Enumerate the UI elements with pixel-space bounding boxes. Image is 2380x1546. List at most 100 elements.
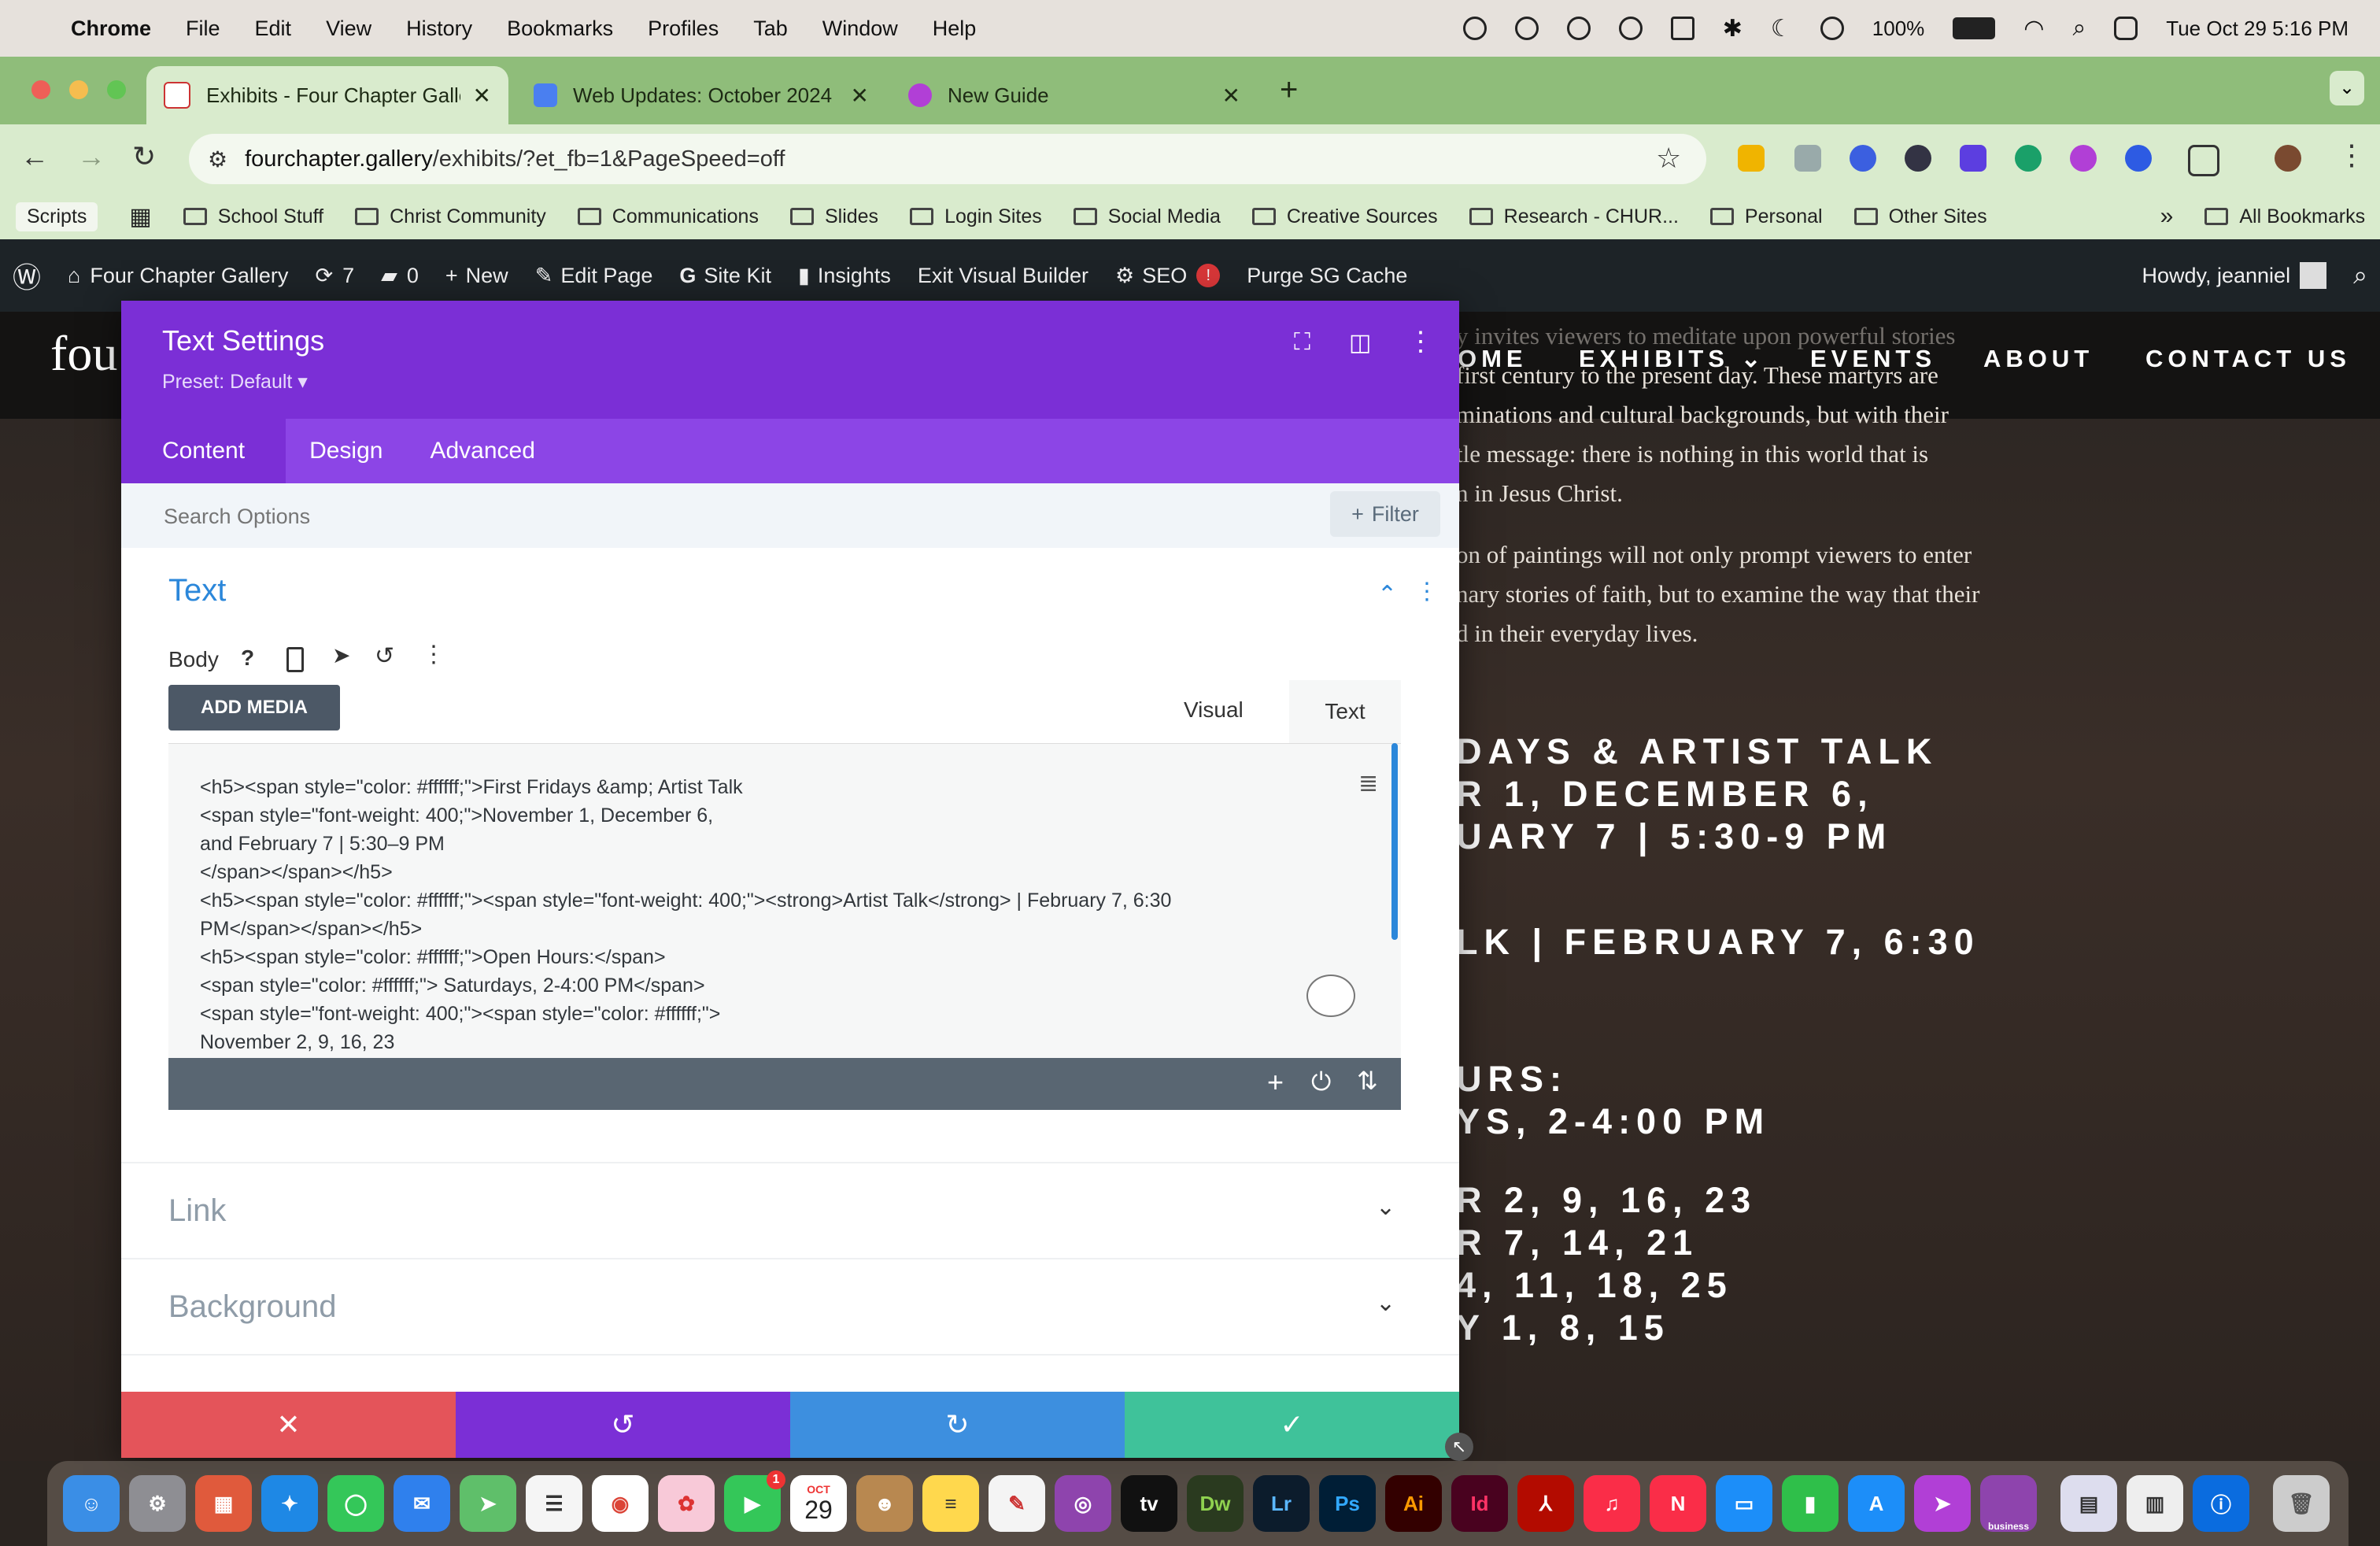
tab-search-chevron-icon[interactable]: ⌄ [2330,71,2364,105]
wifi-icon[interactable]: ◠ [2023,15,2044,43]
spotlight-search-icon[interactable]: ⌕ [2072,15,2086,42]
extension-iq-icon[interactable] [1850,145,1876,172]
help-question-icon[interactable]: ? [241,645,254,671]
bookmark-login-sites[interactable]: Login Sites [910,205,1042,228]
finder-icon[interactable]: ☺ [63,1475,120,1532]
bluetooth-icon[interactable]: ✱ [1723,15,1743,43]
wp-site-kit[interactable]: G Site Kit [679,264,771,288]
power-icon[interactable]: ⏻ [1311,1067,1331,1097]
airdrop-icon[interactable] [1820,17,1844,40]
bookmark-scripts[interactable]: Scripts [16,202,98,231]
maps-icon[interactable]: ➤ [460,1475,516,1532]
wp-updates[interactable]: ⟳ 7 [315,264,354,288]
bookmark-other-sites[interactable]: Other Sites [1853,205,1987,228]
collapse-chevron-up-icon[interactable]: ⌃ [1377,581,1397,608]
section-options-icon[interactable]: ⋮ [1415,578,1439,605]
nav-about[interactable]: ABOUT [1983,345,2094,373]
close-tab-icon[interactable]: ✕ [851,83,869,109]
podcasts-icon[interactable]: ◎ [1055,1475,1111,1532]
system-settings-icon[interactable]: ⚙ [129,1475,186,1532]
menu-bookmarks[interactable]: Bookmarks [507,17,613,41]
close-tab-icon[interactable]: ✕ [1222,83,1240,109]
camera-extension-icon[interactable] [1794,145,1821,172]
redo-button[interactable]: ↻ [790,1392,1125,1458]
hover-cursor-icon[interactable]: ➤ [332,642,350,668]
extensions-puzzle-icon[interactable] [2188,145,2219,176]
indesign-icon[interactable]: Id [1451,1475,1508,1532]
expand-modal-icon[interactable]: ⛶ [1294,329,1310,356]
bookmark-communications[interactable]: Communications [577,205,759,228]
menu-tab[interactable]: Tab [753,17,788,41]
search-options-input[interactable] [162,497,1267,535]
safari-icon[interactable]: ✦ [261,1475,318,1532]
profile-avatar[interactable] [2275,145,2301,172]
editor-scrollbar[interactable] [1391,743,1398,940]
wp-howdy-user[interactable]: Howdy, jeanniel [2142,262,2327,289]
wp-exit-visual-builder[interactable]: Exit Visual Builder [918,264,1088,288]
pen-app-icon[interactable]: ✎ [989,1475,1045,1532]
bookmark-creative-sources[interactable]: Creative Sources [1251,205,1438,228]
downloads-folder-icon[interactable]: ▥ [2127,1475,2183,1532]
control-center-icon[interactable] [2114,17,2138,40]
reminders-icon[interactable]: ☰ [526,1475,582,1532]
wp-edit-page[interactable]: ✎ Edit Page [535,264,653,288]
creative-cloud-icon[interactable] [1462,17,1487,40]
menu-window[interactable]: Window [822,17,898,41]
lightroom-icon[interactable]: Lr [1253,1475,1310,1532]
nav-contact-us[interactable]: CONTACT US [2145,345,2351,373]
wp-insights[interactable]: ▮ Insights [798,264,891,288]
battery-icon[interactable] [1953,17,1996,39]
bookmark-school-stuff[interactable]: School Stuff [183,205,323,228]
tab-web-updates[interactable]: Web Updates: October 2024 ✕ [516,66,886,124]
bookmark-star-icon[interactable]: ☆ [1656,142,1681,175]
modal-options-icon[interactable]: ⋮ [1407,326,1434,357]
photoshop-icon[interactable]: Ps [1319,1475,1376,1532]
calendar-icon[interactable]: OCT 29 [790,1475,847,1532]
zoom-window-button[interactable] [107,80,126,99]
tab-advanced[interactable]: Advanced [406,419,558,483]
bookmark-slides[interactable]: Slides [789,205,878,228]
expand-chevron-down-icon[interactable]: ⌄ [1376,1289,1395,1317]
tab-exhibits[interactable]: Exhibits - Four Chapter Galler ✕ [146,66,508,124]
bookmark-all-bookmarks[interactable]: All Bookmarks [2204,205,2365,228]
notes-icon[interactable]: ≡ [922,1475,979,1532]
chrome-menu-icon[interactable]: ⋮ [2338,139,2366,172]
forward-arrow-icon[interactable]: → [77,140,105,173]
menu-app-name[interactable]: Chrome [71,17,151,41]
new-tab-plus-icon[interactable]: + [1280,72,1298,108]
wp-seo[interactable]: ⚙ SEO! [1115,264,1221,288]
menu-view[interactable]: View [326,17,371,41]
reset-undo-icon[interactable]: ↺ [375,642,394,670]
add-media-button[interactable]: ADD MEDIA [168,685,340,730]
bookmark-christ-community[interactable]: Christ Community [355,205,546,228]
menu-edit[interactable]: Edit [255,17,292,41]
grammarly-g-icon[interactable] [1566,17,1591,40]
apple-tv-icon[interactable]: tv [1121,1475,1177,1532]
editor-tab-text[interactable]: Text [1289,680,1401,743]
section-text-title[interactable]: Text [168,573,226,608]
wordpress-logo-icon[interactable]: Ⓦ [13,255,41,296]
keynote-icon[interactable]: ▭ [1716,1475,1772,1532]
menu-file[interactable]: File [186,17,220,41]
photos-icon[interactable]: ✿ [658,1475,715,1532]
cursor-app-icon[interactable]: ➤ [1914,1475,1971,1532]
acrobat-icon[interactable]: ⅄ [1517,1475,1574,1532]
menu-history[interactable]: History [406,17,472,41]
add-plus-icon[interactable]: + [1267,1066,1284,1099]
facetime-icon[interactable]: ▶ 1 [724,1470,785,1532]
reload-icon[interactable]: ↻ [132,140,156,173]
editor-tab-visual[interactable]: Visual [1184,697,1244,723]
extension-v-icon[interactable] [1960,145,1986,172]
grammarly-icon[interactable] [1514,17,1539,40]
expand-chevron-down-icon[interactable]: ⌄ [1376,1193,1395,1221]
music-icon[interactable]: ♫ [1584,1475,1640,1532]
onepassword-icon[interactable]: ⓘ [2193,1475,2249,1532]
app-store-icon[interactable]: A [1848,1475,1905,1532]
tab-content[interactable]: Content [121,419,286,483]
close-window-button[interactable] [31,80,50,99]
extension-folder-icon[interactable] [1738,145,1765,172]
screenshot-folder-icon[interactable]: ▤ [2060,1475,2117,1532]
messages-icon[interactable]: ◯ [327,1475,384,1532]
business-app-icon[interactable]: business [1980,1475,2037,1532]
minimize-window-button[interactable] [69,80,88,99]
